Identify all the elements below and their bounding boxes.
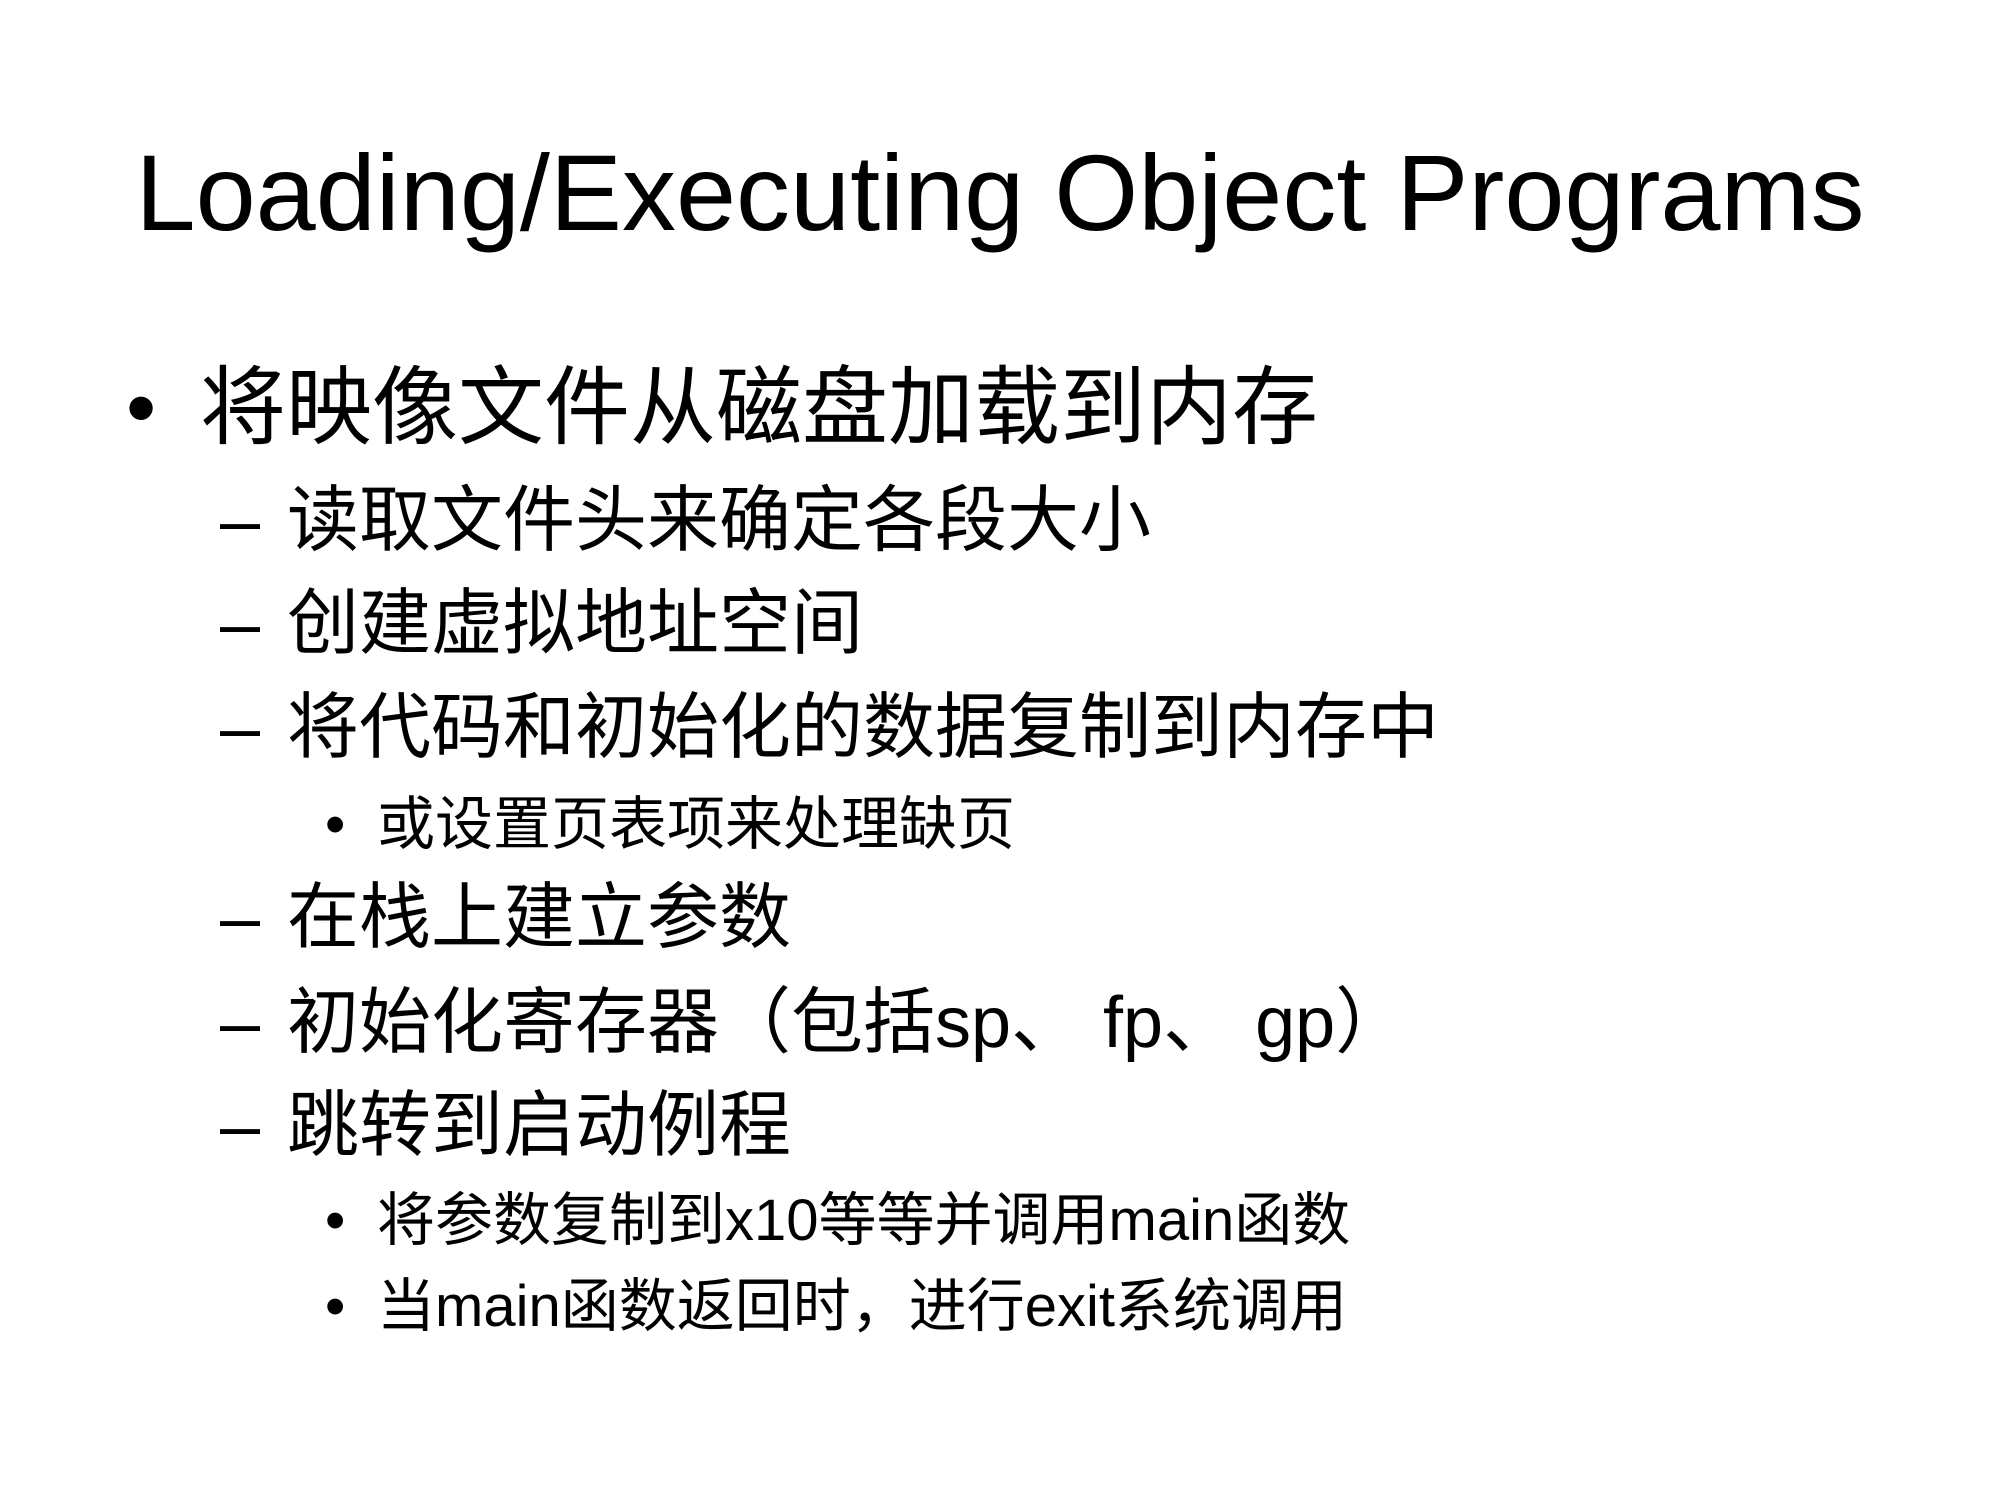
bullet-text: 将代码和初始化的数据复制到内存中 bbox=[287, 688, 1440, 768]
dash-bullet-icon: – bbox=[220, 688, 261, 768]
dash-bullet-icon: – bbox=[220, 1086, 261, 1166]
bullet-text: 跳转到启动例程 bbox=[287, 1086, 792, 1166]
dash-bullet-icon: – bbox=[220, 878, 261, 958]
bullet-text: 读取文件头来确定各段大小 bbox=[287, 481, 1152, 561]
bullet-text: 或设置页表项来处理缺页 bbox=[377, 792, 1016, 857]
bullet-text: 初始化寄存器（包括sp、 fp、 gp） bbox=[287, 983, 1408, 1063]
bullet-dot-icon: • bbox=[325, 792, 346, 857]
bullet-dot-icon: • bbox=[126, 360, 157, 456]
dash-bullet-icon: – bbox=[220, 584, 261, 664]
bullet-dot-icon: • bbox=[325, 1274, 346, 1339]
bullet-text: 将映像文件从磁盘加载到内存 bbox=[200, 360, 1318, 456]
slide: Loading/Executing Object Programs • 将映像文… bbox=[0, 0, 2000, 1500]
bullet-dot-icon: • bbox=[325, 1188, 346, 1253]
bullet-text: 当main函数返回时，进行exit系统调用 bbox=[377, 1274, 1347, 1339]
bullet-text: 创建虚拟地址空间 bbox=[287, 584, 864, 664]
dash-bullet-icon: – bbox=[220, 481, 261, 561]
slide-title: Loading/Executing Object Programs bbox=[135, 132, 1865, 253]
dash-bullet-icon: – bbox=[220, 983, 261, 1063]
bullet-text: 在栈上建立参数 bbox=[287, 878, 792, 958]
bullet-text: 将参数复制到x10等等并调用main函数 bbox=[377, 1188, 1351, 1253]
